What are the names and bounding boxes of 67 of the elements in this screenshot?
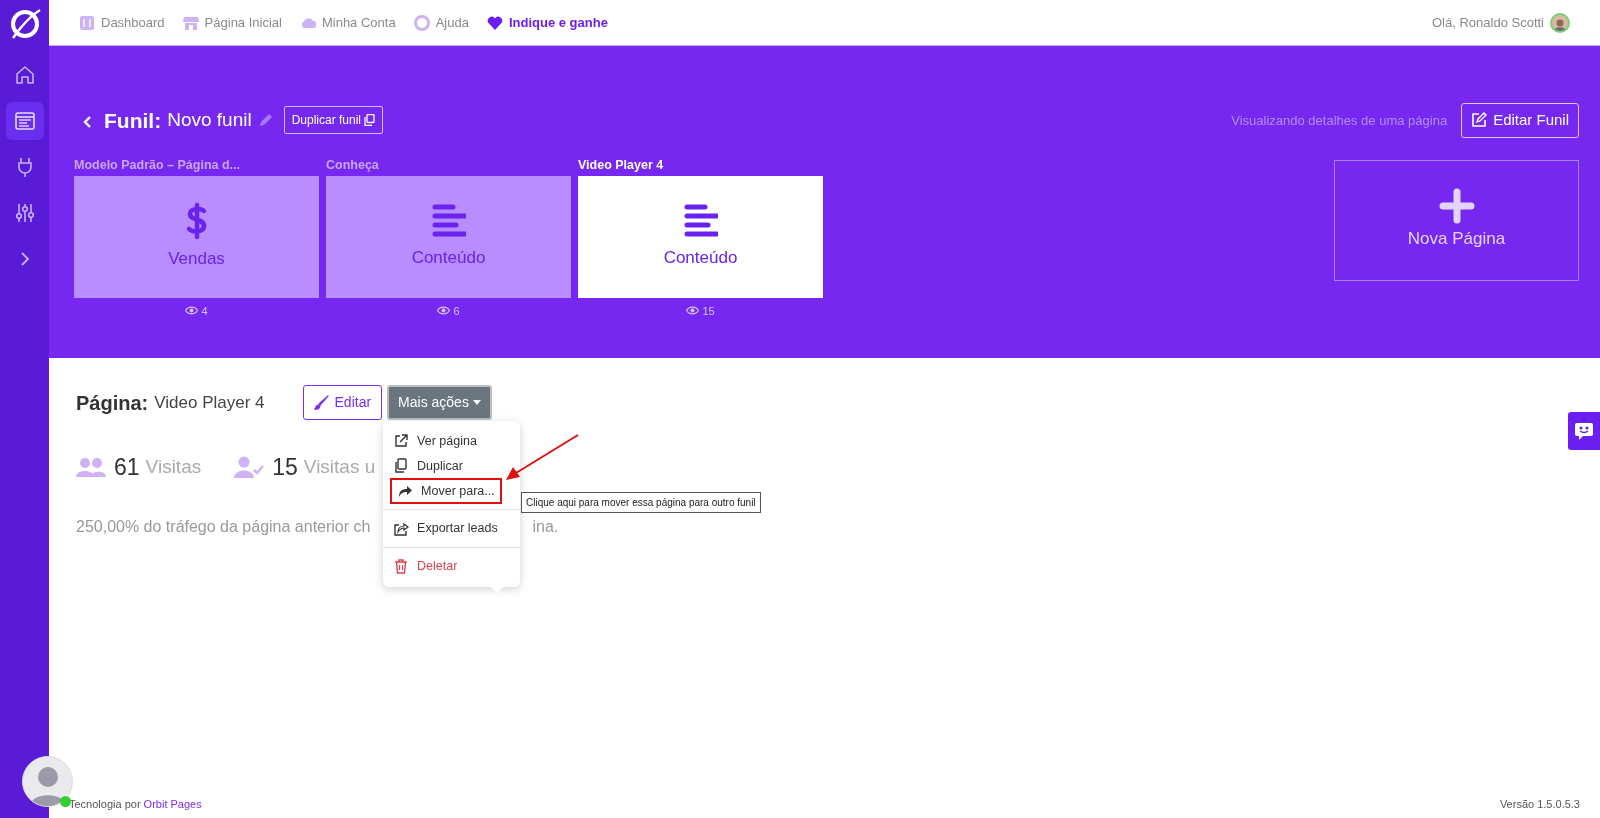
export-icon [393, 520, 410, 537]
brush-icon [313, 395, 329, 410]
plus-icon [1438, 188, 1475, 225]
page-title: Modelo Padrão – Página d... [74, 156, 241, 174]
eye-icon [686, 306, 700, 316]
stat-label: Visitas [145, 455, 202, 479]
new-page-button[interactable]: Nova Página [1334, 159, 1579, 281]
pencil-icon [257, 112, 274, 129]
conversion-text: 250,00% do tráfego da página anterior ch [76, 516, 371, 537]
menu-item[interactable]: Mover para... [391, 478, 501, 504]
copy-icon [393, 458, 410, 475]
users-icon [76, 456, 106, 479]
page-name: Video Player 4 [154, 391, 265, 414]
funnel-label: Funil: [104, 107, 162, 134]
sidebar-item[interactable] [5, 102, 44, 140]
text-lines-icon [683, 202, 718, 239]
edit-icon [1471, 112, 1488, 129]
eye-icon [185, 306, 199, 316]
chevron-right-icon [19, 252, 30, 266]
eye-icon [437, 306, 451, 316]
conversion-text: ina. [532, 516, 559, 537]
view-count: 4 [201, 303, 208, 319]
duplicate-funnel-button[interactable]: Duplicar funil [283, 106, 384, 135]
more-actions-button[interactable]: Mais ações [387, 385, 492, 420]
view-count: 6 [453, 303, 460, 319]
funnel-name: Novo funil [167, 108, 252, 132]
lifebuoy-icon [413, 14, 430, 31]
edit-button[interactable]: Editar [302, 385, 383, 420]
orbit-pages-link[interactable]: Orbit Pages [143, 797, 202, 810]
menu-item[interactable]: Deletar [383, 554, 521, 579]
dashboard-icon [79, 14, 95, 31]
chat-button[interactable] [1568, 412, 1600, 450]
page-card[interactable]: Conteúdo [578, 175, 823, 298]
store-icon [182, 14, 199, 31]
trash-icon [393, 558, 410, 575]
page-label: Página: [76, 390, 149, 416]
stat-value: 61 [114, 453, 140, 482]
caret-down-icon [472, 400, 481, 405]
nav-link[interactable]: Página Inicial [182, 12, 282, 33]
heart-icon [486, 14, 503, 31]
nav-link[interactable]: Indique e ganhe [486, 12, 608, 33]
nav-link[interactable]: Dashboard [79, 12, 165, 33]
menu-item[interactable]: Duplicar [383, 453, 521, 479]
user-avatar[interactable] [1550, 12, 1570, 33]
stat-label: Visitas u [303, 455, 376, 479]
view-count: 15 [702, 303, 715, 319]
user-check-icon [234, 456, 265, 479]
stat-value: 15 [272, 453, 298, 482]
browser-window-icon [12, 109, 37, 133]
nav-link[interactable]: Minha Conta [299, 12, 396, 33]
menu-item[interactable]: Ver página [383, 429, 521, 454]
menu-item[interactable]: Exportar leads [383, 516, 521, 541]
online-status-dot [60, 796, 71, 807]
greeting-text: Olá, Ronaldo Scotti [1432, 13, 1544, 32]
text-lines-icon [431, 202, 466, 239]
page-title: Video Player 4 [578, 156, 665, 174]
chevron-left-icon [82, 114, 92, 129]
dollar-icon [184, 201, 209, 240]
page-title: Conheça [326, 156, 380, 174]
external-link-icon [393, 433, 410, 450]
info-text: Visualizando detalhes de uma página [1231, 111, 1448, 130]
nav-link[interactable]: Ajuda [413, 12, 469, 33]
copy-icon [364, 114, 376, 127]
chat-icon [1574, 421, 1594, 441]
version-text: Versão 1.5.0.5.3 [1499, 796, 1580, 812]
edit-funnel-button[interactable]: Editar Funil [1461, 103, 1579, 138]
tooltip: Clique aqui para mover essa página para outro funil [521, 492, 761, 513]
